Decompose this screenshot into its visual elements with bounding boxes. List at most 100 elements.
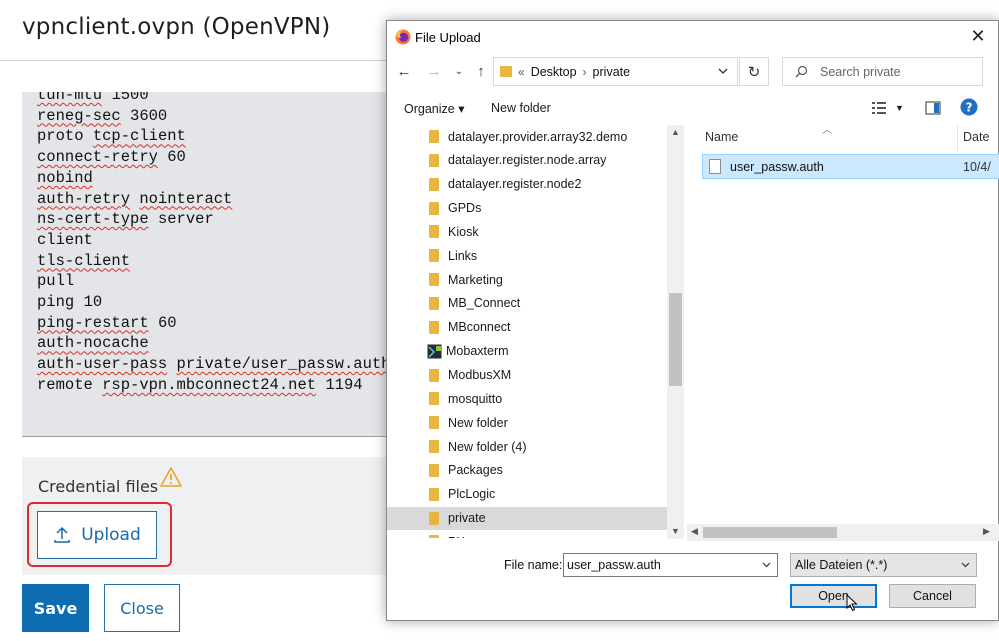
breadcrumb-desktop[interactable]: Desktop [531,65,577,79]
scrollbar-thumb[interactable] [669,293,682,386]
save-button[interactable]: Save [22,584,89,632]
tree-item[interactable]: PlcLogic [387,483,667,506]
file-row[interactable]: user_passw.auth 10/4/ [702,154,999,179]
breadcrumb-separator-icon: › [582,64,587,79]
tree-item-label: Mobaxterm [446,344,509,359]
chevron-down-icon[interactable] [761,559,772,570]
tree-item-label: Packages [448,463,503,478]
folder-icon [429,320,439,334]
close-icon[interactable]: ✕ [968,26,988,46]
refresh-icon[interactable]: ↻ [739,57,769,86]
config-line: ping-restart 60 [37,313,177,332]
tree-item[interactable]: datalayer.register.node.array [387,149,667,172]
tree-item[interactable]: MB_Connect [387,292,667,315]
firefox-icon [395,29,411,45]
folder-icon [500,66,512,77]
config-line: connect-retry 60 [37,148,186,167]
cancel-button[interactable]: Cancel [889,584,976,608]
tree-item[interactable]: datalayer.register.node2 [387,173,667,196]
scroll-up-icon[interactable]: ▲ [671,127,680,137]
tree-item[interactable]: New folder [387,411,667,434]
mouse-cursor-icon [846,594,858,612]
tree-item[interactable]: Links [387,244,667,267]
config-line: reneg-sec 3600 [37,106,168,125]
breadcrumb-private[interactable]: private [593,65,631,79]
page-title: vpnclient.ovpn (OpenVPN) [22,14,331,40]
folder-icon [429,249,439,263]
tree-item[interactable]: Packages [387,459,667,482]
column-header-name[interactable]: Name [705,130,738,144]
svg-text:?: ? [966,101,973,115]
file-icon [709,159,721,174]
chevron-down-icon[interactable] [717,65,729,77]
tree-item[interactable]: mosquitto [387,387,667,410]
tree-item-label: Links [448,248,478,263]
upload-icon [54,526,70,543]
help-icon[interactable]: ? [960,98,978,116]
tree-item[interactable]: PXproxy [387,530,667,538]
forward-arrow-icon[interactable]: → [425,62,443,80]
tree-item-label: GPDs [448,201,482,216]
tree-item-label: MBconnect [448,320,511,335]
scroll-down-icon[interactable]: ▼ [671,526,680,536]
folder-icon [429,130,439,143]
tree-item-label: Kiosk [448,224,479,239]
breadcrumb-overflow[interactable]: « [518,65,525,79]
address-bar[interactable]: « Desktop › private [493,57,738,86]
folder-tree: datalayer.provider.array32.demo datalayer… [387,125,685,538]
tree-item-label: private [448,511,486,526]
new-folder-button[interactable]: New folder [491,101,551,115]
scroll-left-icon[interactable]: ◀ [691,526,698,537]
search-box[interactable] [782,57,983,86]
search-input[interactable] [820,64,970,79]
tree-item-label: datalayer.register.node2 [448,177,582,192]
tree-scrollbar[interactable]: ▲ ▼ [667,125,684,539]
file-type-select[interactable]: Alle Dateien (*.*) [790,553,977,577]
tree-item[interactable]: datalayer.provider.array32.demo [387,125,667,148]
credential-files-label: Credential files [38,477,159,496]
folder-icon [429,368,439,382]
tree-item-label: PlcLogic [448,487,496,502]
recent-locations-chevron-icon[interactable]: ⌄ [450,62,468,80]
back-arrow-icon[interactable]: ← [395,62,413,80]
folder-icon [429,177,439,191]
column-header-date[interactable]: Date [963,130,989,144]
open-button[interactable]: Open [790,584,877,608]
config-line: pull [37,272,75,291]
column-divider[interactable] [957,125,958,153]
tree-item[interactable]: GPDs [387,197,667,220]
tree-item-label: PXproxy [448,535,495,538]
file-name-input[interactable]: user_passw.auth [563,553,778,577]
folder-icon [429,416,439,430]
up-arrow-icon[interactable]: ↑ [472,62,490,80]
tree-item[interactable]: MBconnect [387,316,667,339]
organize-menu[interactable]: Organize ▾ [404,101,464,116]
mobaxterm-app-icon [427,344,442,359]
tree-item[interactable]: private [387,506,667,530]
file-upload-dialog: File Upload ✕ ← → ⌄ ↑ « Desktop › privat… [386,20,999,621]
config-line: tls-client [37,251,131,270]
dialog-titlebar[interactable]: File Upload ✕ [387,21,998,53]
file-type-value: Alle Dateien (*.*) [795,558,888,572]
preview-pane-icon[interactable] [925,101,941,115]
close-button[interactable]: Close [104,584,180,632]
scroll-right-icon[interactable]: ▶ [983,526,990,537]
config-line: nobind [37,168,93,187]
view-dropdown-icon[interactable]: ▼ [895,103,904,113]
sort-ascending-icon: ︿ [822,125,832,136]
upload-button[interactable]: Upload [37,511,157,559]
file-list-scrollbar[interactable]: ◀ ▶ [687,524,999,541]
tree-item[interactable]: ModbusXM [387,364,667,387]
tree-item[interactable]: Kiosk [387,220,667,243]
tree-item[interactable]: New folder (4) [387,435,667,458]
scrollbar-thumb[interactable] [703,527,837,538]
tree-item-label: MB_Connect [448,296,521,311]
tree-item-label: New folder (4) [448,439,527,454]
config-text-area[interactable]: tun-mtu 1500 reneg-sec 3600 proto tcp-clie… [22,92,392,437]
tree-item[interactable]: Mobaxterm [387,340,667,363]
tree-item-label: datalayer.provider.array32.demo [448,129,628,144]
view-options-icon[interactable] [871,101,887,115]
folder-icon [429,201,439,215]
folder-icon [429,153,439,167]
tree-item[interactable]: Marketing [387,268,667,291]
